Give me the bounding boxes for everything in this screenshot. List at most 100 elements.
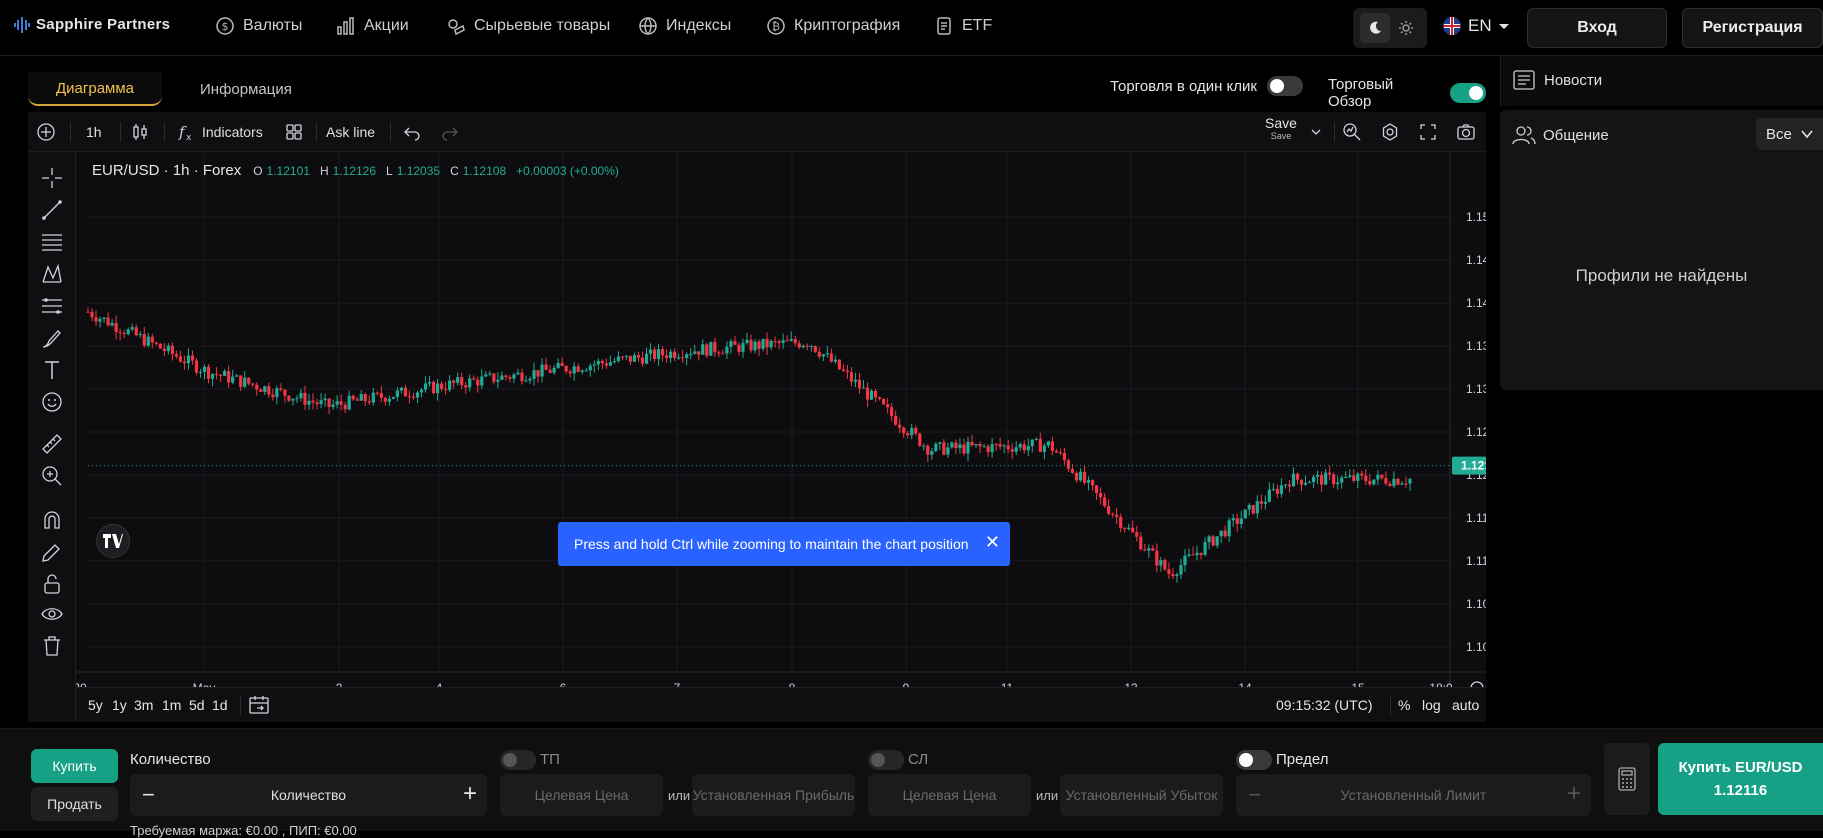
theme-toggle[interactable] xyxy=(1353,8,1427,48)
add-symbol-button[interactable] xyxy=(36,120,56,144)
lock-tool[interactable] xyxy=(40,572,64,596)
trade-overview-switch[interactable] xyxy=(1450,83,1486,103)
range-5y[interactable]: 5y xyxy=(88,697,103,713)
tp-switch[interactable] xyxy=(500,750,536,770)
crosshair-tool[interactable] xyxy=(40,166,64,190)
limit-switch[interactable] xyxy=(1236,750,1272,770)
chat-filter-dropdown[interactable]: Все xyxy=(1756,118,1823,150)
nav-indices[interactable]: Индексы xyxy=(638,16,731,36)
save-button[interactable]: Save Save xyxy=(1256,115,1306,141)
buy-tab-button[interactable]: Купить xyxy=(31,749,118,783)
plus-icon[interactable]: + xyxy=(463,780,477,808)
candle-body xyxy=(773,340,777,342)
undo-button[interactable] xyxy=(402,120,422,144)
tradingview-logo[interactable] xyxy=(96,524,130,558)
nav-stocks[interactable]: Акции xyxy=(336,16,409,36)
visibility-tool[interactable] xyxy=(40,602,64,626)
plus-icon[interactable]: + xyxy=(1567,780,1581,808)
range-1d[interactable]: 1d xyxy=(212,697,228,713)
candle-body xyxy=(1235,518,1239,525)
minus-icon[interactable]: − xyxy=(1248,782,1261,808)
sl-switch[interactable] xyxy=(868,750,904,770)
candle-body xyxy=(701,344,705,355)
auto-toggle[interactable]: auto xyxy=(1452,697,1479,713)
pattern-tool[interactable] xyxy=(40,262,64,286)
candle-body xyxy=(431,382,436,394)
indicators-button[interactable]: fx Indicators xyxy=(176,120,263,144)
news-panel[interactable]: Новости xyxy=(1500,56,1823,106)
tp-target-price-input[interactable]: Целевая Цена xyxy=(500,774,663,816)
language-selector[interactable]: EN xyxy=(1442,16,1510,36)
trash-tool[interactable] xyxy=(40,634,64,658)
fullscreen-button[interactable] xyxy=(1418,120,1438,144)
utc-clock[interactable]: 09:15:32 (UTC) xyxy=(1276,697,1372,713)
sl-target-price-input[interactable]: Целевая Цена xyxy=(868,774,1031,816)
candle-body xyxy=(243,377,247,387)
settings-button[interactable] xyxy=(1380,120,1400,144)
candle-body xyxy=(279,388,283,390)
stay-drawing-tool[interactable] xyxy=(40,540,64,564)
calculator-button[interactable] xyxy=(1604,743,1650,815)
register-button[interactable]: Регистрация xyxy=(1682,8,1823,48)
percent-toggle[interactable]: % xyxy=(1398,697,1410,713)
projection-tool[interactable] xyxy=(40,294,64,318)
quick-search-button[interactable] xyxy=(1342,120,1362,144)
nav-crypto[interactable]: ₿ Криптография xyxy=(766,16,900,36)
close-icon[interactable]: ✕ xyxy=(985,532,1000,553)
chat-title: Общение xyxy=(1543,127,1609,144)
zoom-tool[interactable] xyxy=(40,464,64,488)
ruler-tool[interactable] xyxy=(40,432,64,456)
tab-info[interactable]: Информация xyxy=(172,72,320,106)
tp-profit-input[interactable]: Установленная Прибыль xyxy=(692,774,855,816)
limit-stepper[interactable]: − Установленный Лимит + xyxy=(1236,774,1591,816)
limit-input[interactable]: Установленный Лимит xyxy=(1341,787,1487,803)
emoji-tool[interactable] xyxy=(40,390,64,414)
candle-body xyxy=(1030,439,1034,447)
brush-tool[interactable] xyxy=(40,326,64,350)
candle-body xyxy=(363,394,367,402)
nav-etf[interactable]: ETF xyxy=(934,16,992,36)
log-toggle[interactable]: log xyxy=(1422,697,1441,713)
one-click-trading[interactable]: Торговля в один клик xyxy=(1110,76,1303,96)
fib-tool[interactable] xyxy=(40,230,64,254)
goto-date-button[interactable] xyxy=(248,695,270,718)
magnet-tool[interactable] xyxy=(40,508,64,532)
trade-overview[interactable]: Торговый Обзор xyxy=(1328,76,1486,110)
moon-icon[interactable] xyxy=(1359,13,1390,43)
login-button[interactable]: Вход xyxy=(1527,8,1667,48)
quantity-input[interactable]: Количество xyxy=(271,787,346,803)
candle-body xyxy=(661,349,665,356)
templates-button[interactable] xyxy=(284,120,304,144)
nav-currencies[interactable]: $ Валюты xyxy=(215,16,302,36)
one-click-switch[interactable] xyxy=(1266,76,1303,96)
candle-body xyxy=(102,317,106,319)
range-1y[interactable]: 1y xyxy=(112,697,127,713)
submit-buy-button[interactable]: Купить EUR/USD 1.12116 xyxy=(1658,743,1823,815)
price-chart[interactable]: 1.15000 1.14500 1.14000 1.13500 1.13000 1.125… xyxy=(76,152,1486,687)
minus-icon[interactable]: − xyxy=(142,782,155,808)
range-3m[interactable]: 3m xyxy=(134,697,153,713)
redo-button[interactable] xyxy=(440,120,460,144)
globe-icon xyxy=(639,17,657,36)
ask-line-button[interactable]: Ask line xyxy=(326,120,375,144)
trend-line-tool[interactable] xyxy=(40,198,64,222)
interval-button[interactable]: 1h xyxy=(86,120,102,144)
save-menu-button[interactable] xyxy=(1306,120,1326,144)
sl-loss-input[interactable]: Установленный Убыток xyxy=(1060,774,1223,816)
pattern-icon xyxy=(42,263,62,283)
text-tool[interactable] xyxy=(40,358,64,382)
sell-tab-button[interactable]: Продать xyxy=(31,787,118,821)
brand-logo[interactable]: Sapphire Partners xyxy=(14,16,170,33)
candle-body xyxy=(1348,475,1352,478)
candle-body xyxy=(1368,481,1372,485)
sun-icon[interactable] xyxy=(1391,13,1421,43)
nav-commodities[interactable]: Сырьевые товары xyxy=(446,16,610,36)
range-1m[interactable]: 1m xyxy=(162,697,181,713)
range-5d[interactable]: 5d xyxy=(189,697,205,713)
screenshot-button[interactable] xyxy=(1456,120,1476,144)
quantity-label: Количество xyxy=(130,751,211,768)
chart-type-button[interactable] xyxy=(130,120,150,144)
tab-chart[interactable]: Диаграмма xyxy=(28,72,163,106)
quantity-stepper[interactable]: − Количество + xyxy=(130,774,487,816)
indicators-label: Indicators xyxy=(202,124,263,140)
